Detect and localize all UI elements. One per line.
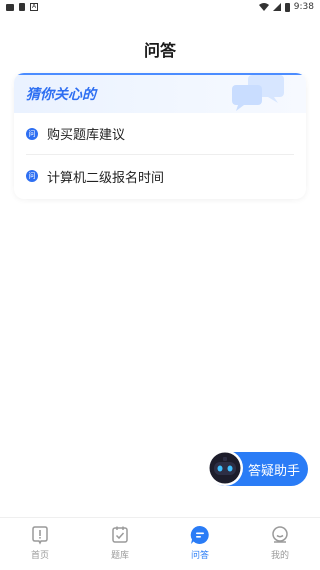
faq-item-label: 购买题库建议 <box>47 128 126 143</box>
nav-label: 题库 <box>110 551 129 561</box>
nav-item-profile[interactable]: 我的 <box>240 518 320 570</box>
nav-item-qa[interactable]: 问答 <box>160 518 240 570</box>
question-icon: 问 <box>26 127 38 140</box>
robot-icon <box>207 450 243 486</box>
status-time: 9:38 <box>293 2 314 12</box>
faq-card-title: 猜你关心的 <box>26 87 96 103</box>
status-bar: A 9:38 <box>0 0 320 14</box>
nav-item-bank[interactable]: 题库 <box>80 518 160 570</box>
faq-item[interactable]: 问 计算机二级报名时间 <box>26 155 294 197</box>
assistant-button[interactable]: 答疑助手 <box>207 450 308 486</box>
assistant-label: 答疑助手 <box>248 464 301 479</box>
nav-label: 我的 <box>270 551 289 561</box>
bottom-nav: 首页 题库 问答 我的 <box>0 517 320 570</box>
status-left: A <box>0 3 38 11</box>
question-icon: 问 <box>26 170 38 182</box>
signal-icon <box>272 3 281 11</box>
nav-item-home[interactable]: 首页 <box>0 518 80 570</box>
faq-item-label: 计算机二级报名时间 <box>47 170 165 186</box>
profile-icon <box>272 526 288 543</box>
calendar-check-icon <box>112 526 128 543</box>
status-right: 9:38 <box>258 2 320 12</box>
home-alert-icon <box>32 526 48 545</box>
faq-card-header: 猜你关心的 <box>14 73 306 113</box>
wifi-icon <box>258 3 269 11</box>
nav-label: 问答 <box>190 551 209 561</box>
chat-bubbles-icon <box>232 75 284 111</box>
battery-icon <box>284 2 290 12</box>
faq-item[interactable]: 问 购买题库建议 <box>26 113 294 155</box>
faq-card: 猜你关心的 问 购买题库建议 问 计算机二级报名时间 <box>14 73 306 199</box>
page-title: 问答 <box>143 41 176 60</box>
nav-label: 首页 <box>30 551 49 561</box>
chat-icon <box>190 525 209 544</box>
gallery-icon <box>6 3 14 11</box>
text-a-icon: A <box>30 3 38 11</box>
phone-icon <box>19 3 25 11</box>
